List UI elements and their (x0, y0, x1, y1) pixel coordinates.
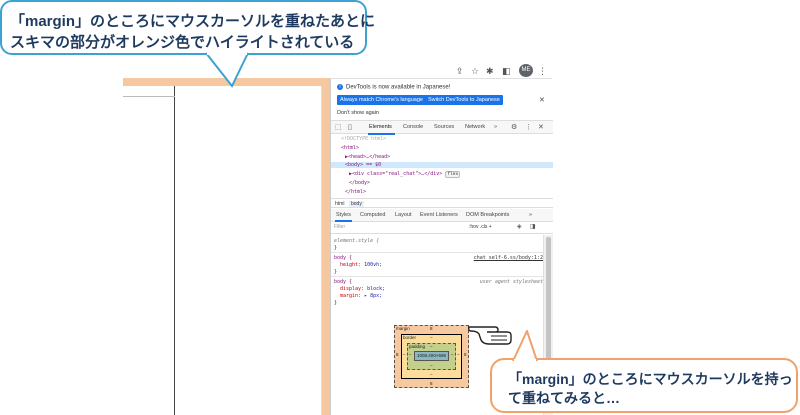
body-rule-source-link[interactable]: chat_self-6.ss/body:1:2 (474, 255, 543, 261)
breadcrumb-body[interactable]: body (349, 201, 364, 207)
chat-panel (123, 86, 175, 415)
extensions-icon[interactable]: ✱ (486, 65, 494, 77)
close-devtools-icon[interactable]: ✕ (538, 123, 544, 131)
more-options-icon[interactable]: ⋮ (525, 123, 532, 131)
share-icon[interactable]: ⇪ (456, 65, 464, 77)
tree-head[interactable]: ▶<head>…</head> (345, 154, 390, 160)
language-notice: i DevTools is now available in Japanese! (337, 84, 450, 91)
element-style-close: } (334, 245, 338, 251)
tab-elements[interactable]: Elements (369, 124, 392, 130)
close-notice-icon[interactable]: ✕ (539, 96, 545, 104)
ua-display-declaration[interactable]: display: block; (340, 286, 385, 292)
tab-console[interactable]: Console (403, 124, 423, 130)
tab-sources[interactable]: Sources (434, 124, 454, 130)
bookmark-star-icon[interactable]: ☆ (471, 65, 479, 77)
display-value: block; (367, 286, 386, 292)
margin-highlight-right (322, 78, 330, 415)
margin-prop: margin (340, 293, 359, 299)
callout-bottom: 「margin」のところにマウスカーソルを持っ て重ねてみると… (490, 358, 798, 413)
profile-avatar[interactable]: ME (519, 64, 533, 77)
border-bottom-value[interactable]: – (430, 372, 433, 377)
display-prop: display (340, 286, 362, 292)
tab-network[interactable]: Network (465, 124, 485, 130)
tree-html-open[interactable]: <html> (341, 145, 359, 151)
more-styles-tabs-icon[interactable]: » (529, 212, 532, 218)
padding-top-value[interactable]: – (430, 344, 433, 349)
dont-show-again-link[interactable]: Don't show again (337, 110, 379, 116)
margin-right-value[interactable]: 8 (464, 352, 467, 357)
margin-top-value[interactable]: 8 (430, 326, 433, 331)
tree-body-close[interactable]: </body> (349, 180, 370, 186)
tree-body-selected[interactable]: <body> == $0 (331, 162, 553, 168)
devtools-tab-bar: ⬚ ▯ Elements Console Sources Network » ⚙… (331, 120, 553, 135)
body-rule-close: } (334, 269, 338, 275)
rule-divider (331, 276, 543, 277)
callout-top: 「margin」のところにマウスカーソルを重ねたあとに スキマの部分がオレンジ色… (0, 0, 375, 55)
ua-body-rule-selector[interactable]: body { (334, 279, 352, 285)
tree-body-text: <body> == $0 (345, 162, 382, 168)
body-height-prop: height (340, 262, 359, 268)
margin-bottom-value[interactable]: 8 (430, 381, 433, 386)
match-language-button[interactable]: Always match Chrome's language (337, 95, 426, 105)
device-toolbar-icon[interactable]: ▯ (348, 123, 352, 131)
tab-event-listeners[interactable]: Event Listeners (420, 212, 458, 218)
box-model-content[interactable]: 1008.400×696 (414, 351, 449, 361)
chrome-menu-icon[interactable]: ⋮ (538, 65, 547, 77)
element-style-selector[interactable]: element.style { (334, 238, 379, 244)
filter-tools[interactable]: :hov .cls + (469, 224, 492, 230)
padding-label: padding (409, 344, 426, 349)
callout-top-line1: 「margin」のところにマウスカーソルを重ねたあとに (10, 13, 376, 30)
tree-div-real-chat[interactable]: ▶<div class="real_chat">…</div> flex (349, 171, 461, 178)
ua-stylesheet-label: user agent stylesheet (479, 279, 543, 285)
callout-top-line2: スキマの部分がオレンジ色でハイライトされている (10, 34, 355, 51)
styles-tab-bar: Styles Computed Layout Event Listeners D… (331, 209, 553, 222)
body-height-declaration[interactable]: height: 100vh; (340, 262, 382, 268)
border-left-value[interactable]: – (403, 352, 406, 357)
breadcrumb: html body (331, 198, 553, 208)
callout-bottom-line2: て重ねてみると… (508, 390, 620, 406)
switch-japanese-button[interactable]: Switch DevTools to Japanese (425, 95, 503, 105)
paint-brush-icon[interactable]: ◈ (517, 223, 522, 230)
margin-value: ▸ 8px; (364, 293, 383, 299)
border-right-value[interactable]: – (457, 352, 460, 357)
filter-input[interactable]: Filter (334, 224, 345, 230)
styles-filter-bar: Filter :hov .cls + ◈ ◨ (331, 222, 553, 234)
margin-left-value[interactable]: 8 (396, 352, 399, 357)
body-height-value: 100vh; (364, 262, 383, 268)
inspect-element-icon[interactable]: ⬚ (335, 123, 342, 131)
tree-div-text: ▶<div class="real_chat">…</div> (349, 171, 443, 177)
callout-top-pointer (205, 52, 249, 88)
chat-panel-divider (123, 96, 175, 97)
callout-bottom-line1: 「margin」のところにマウスカーソルを持っ (508, 371, 793, 387)
rule-divider (331, 252, 543, 253)
padding-left-value[interactable]: – (409, 352, 412, 357)
ua-body-rule-close: } (334, 300, 338, 306)
padding-right-value[interactable]: – (451, 352, 454, 357)
side-panel-icon[interactable]: ◧ (502, 65, 511, 77)
settings-gear-icon[interactable]: ⚙ (511, 123, 517, 131)
tree-doctype[interactable]: <!DOCTYPE html> (341, 136, 386, 142)
tab-computed[interactable]: Computed (360, 212, 385, 218)
border-top-value[interactable]: – (430, 335, 433, 340)
toggle-sidebar-icon[interactable]: ◨ (530, 223, 536, 230)
tab-dom-breakpoints[interactable]: DOM Breakpoints (466, 212, 509, 218)
margin-label: margin (396, 326, 410, 331)
more-tabs-icon[interactable]: » (494, 124, 497, 130)
border-label: border (403, 335, 417, 340)
padding-bottom-value[interactable]: – (430, 363, 433, 368)
language-notice-text: DevTools is now available in Japanese! (346, 84, 451, 91)
body-rule-selector[interactable]: body { (334, 255, 352, 261)
info-icon: i (337, 84, 343, 90)
breadcrumb-html[interactable]: html (335, 201, 344, 207)
flex-badge[interactable]: flex (445, 171, 461, 178)
tree-html-close[interactable]: </html> (345, 189, 366, 195)
ua-margin-declaration[interactable]: margin: ▸ 8px; (340, 293, 382, 299)
tab-styles[interactable]: Styles (336, 212, 351, 218)
callout-bottom-pointer (512, 330, 538, 362)
tab-layout[interactable]: Layout (395, 212, 412, 218)
